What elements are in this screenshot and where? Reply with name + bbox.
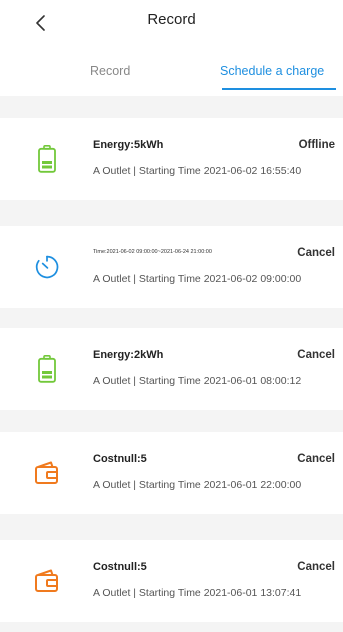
page-title: Record	[147, 11, 196, 28]
record-cost: Costnull:5	[93, 453, 147, 465]
record-card[interactable]: Costnull:5 Cancel A Outlet | Starting Ti…	[0, 540, 343, 622]
header: Record Record Schedule a charge	[0, 0, 343, 96]
record-energy: Energy:5kWh	[93, 139, 164, 151]
record-detail: A Outlet | Starting Time 2021-06-02 09:0…	[93, 273, 302, 285]
record-status[interactable]: Cancel	[297, 349, 335, 361]
timer-icon	[34, 252, 60, 282]
record-detail: A Outlet | Starting Time 2021-06-01 22:0…	[93, 479, 302, 491]
tab-schedule-a-charge[interactable]: Schedule a charge	[220, 64, 324, 78]
record-status[interactable]: Cancel	[297, 453, 335, 465]
record-detail: A Outlet | Starting Time 2021-06-01 13:0…	[93, 587, 302, 599]
record-detail: A Outlet | Starting Time 2021-06-01 08:0…	[93, 375, 302, 387]
wallet-icon	[34, 458, 60, 488]
record-card[interactable]: Energy:2kWh Cancel A Outlet | Starting T…	[0, 328, 343, 410]
battery-icon	[34, 354, 60, 384]
tab-record[interactable]: Record	[90, 64, 130, 78]
battery-icon	[34, 144, 60, 174]
record-energy: Energy:2kWh	[93, 349, 164, 361]
wallet-icon	[34, 566, 60, 596]
record-detail: A Outlet | Starting Time 2021-06-02 16:5…	[93, 165, 302, 177]
record-cost: Costnull:5	[93, 561, 147, 573]
active-tab-indicator	[222, 88, 336, 90]
record-time-range: Time:2021-06-02 09:00:00~2021-06-24 21:0…	[93, 249, 212, 255]
record-card[interactable]: Time:2021-06-02 09:00:00~2021-06-24 21:0…	[0, 226, 343, 308]
record-card[interactable]: Costnull:5 Cancel A Outlet | Starting Ti…	[0, 432, 343, 514]
record-card[interactable]: Energy:5kWh Offline A Outlet | Starting …	[0, 118, 343, 200]
record-status[interactable]: Cancel	[297, 561, 335, 573]
record-status[interactable]: Cancel	[297, 247, 335, 259]
record-status: Offline	[298, 139, 335, 151]
